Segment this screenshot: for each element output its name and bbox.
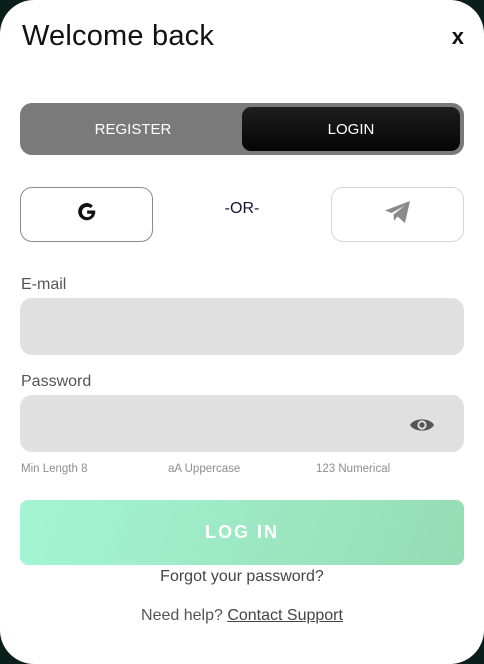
login-button[interactable]: LOG IN bbox=[20, 500, 464, 565]
modal-title: Welcome back bbox=[22, 20, 215, 52]
eye-icon[interactable] bbox=[408, 414, 436, 436]
password-field[interactable] bbox=[20, 395, 464, 452]
login-modal: Welcome back x REGISTER LOGIN -OR- E-mai… bbox=[0, 0, 484, 664]
hint-uppercase: aA Uppercase bbox=[168, 463, 241, 475]
password-label: Password bbox=[21, 373, 92, 390]
email-field[interactable] bbox=[20, 298, 464, 355]
tab-register[interactable]: REGISTER bbox=[24, 107, 242, 151]
auth-tabs: REGISTER LOGIN bbox=[20, 103, 464, 155]
close-button[interactable]: x bbox=[452, 26, 464, 48]
help-prefix: Need help? bbox=[141, 607, 223, 624]
forgot-password-link[interactable]: Forgot your password? bbox=[0, 568, 484, 586]
help-line: Need help? Contact Support bbox=[0, 607, 484, 625]
tab-login[interactable]: LOGIN bbox=[242, 107, 460, 151]
contact-support-link[interactable]: Contact Support bbox=[227, 607, 343, 624]
hint-numerical: 123 Numerical bbox=[316, 463, 391, 475]
hint-min-length: Min Length 8 bbox=[21, 463, 88, 475]
email-label: E-mail bbox=[21, 276, 67, 293]
telegram-login-button[interactable] bbox=[331, 187, 464, 242]
telegram-icon bbox=[383, 199, 413, 230]
